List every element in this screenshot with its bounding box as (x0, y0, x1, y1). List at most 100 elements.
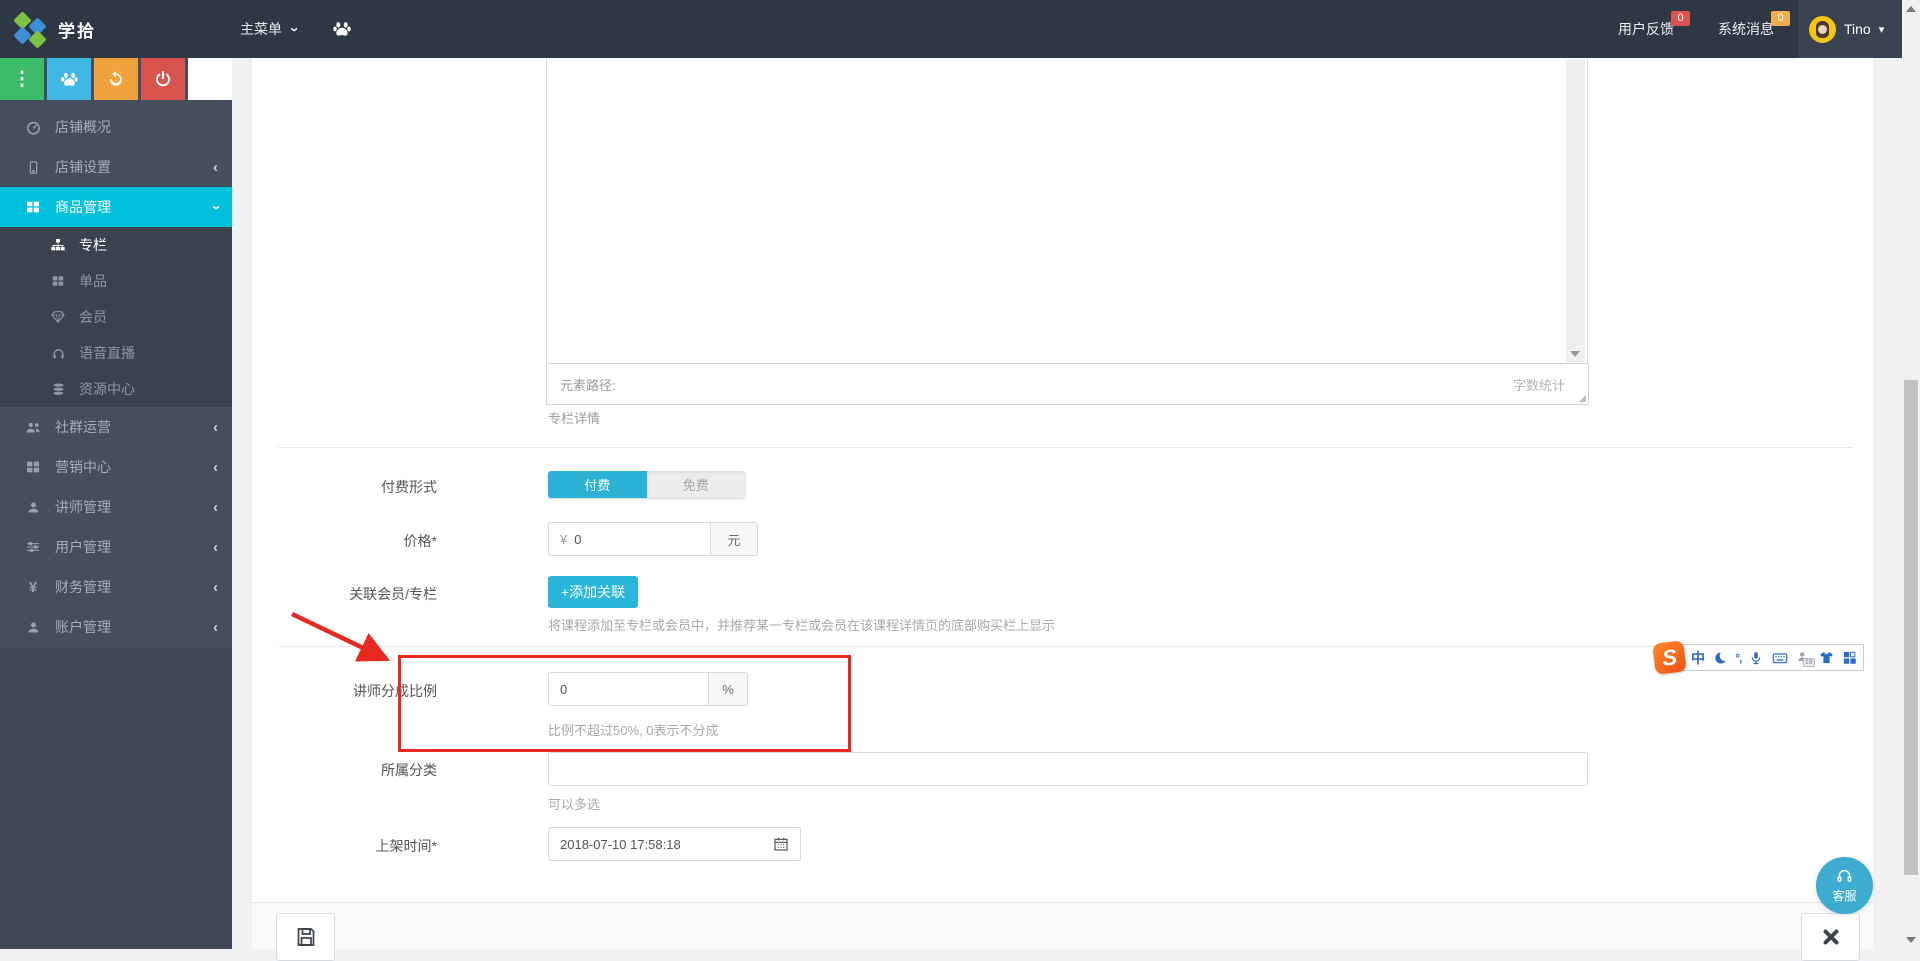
sidebar: ⋮ 店铺概况 店铺设置 ‹ 商品管理 ‹ 专栏 单品 会员 语音直播 资源中心 … (0, 58, 232, 949)
sidebar-item-resource-center[interactable]: 资源中心 (0, 371, 232, 407)
page-scrollbar[interactable] (1902, 0, 1920, 949)
support-label: 客服 (1832, 889, 1857, 903)
keyboard-icon[interactable] (1772, 650, 1788, 666)
menu-collapse-button[interactable]: ⋮ (0, 58, 44, 100)
chevron-down-icon: ‹ (207, 204, 224, 210)
chevron-left-icon: ‹ (213, 578, 218, 596)
gears-icon (202, 71, 218, 87)
editor-scrollbar[interactable] (1566, 59, 1585, 362)
headphones-icon (48, 346, 68, 361)
resize-grip[interactable] (1578, 394, 1586, 402)
user-menu[interactable]: Tino ▾ (1798, 0, 1902, 58)
commission-hint: 比例不超过50%, 0表示不分成 (548, 723, 719, 738)
users-icon (22, 419, 44, 436)
sidebar-item-marketing-center[interactable]: 营销中心 ‹ (0, 447, 232, 487)
sidebar-item-shop-overview[interactable]: 店铺概况 (0, 107, 232, 147)
commission-input-group: % (548, 672, 748, 706)
sidebar-item-shop-settings[interactable]: 店铺设置 ‹ (0, 147, 232, 187)
add-relation-button[interactable]: +添加关联 (548, 576, 639, 608)
scroll-down-arrow-icon[interactable] (1570, 351, 1580, 357)
layout-grid-icon[interactable] (1842, 650, 1857, 665)
sidebar-item-voice-live[interactable]: 语音直播 (0, 335, 232, 371)
app-logo[interactable]: 学拾 (13, 0, 96, 58)
system-messages-label: 系统消息 (1718, 21, 1774, 37)
sidebar-item-finance-management[interactable]: ¥ 财务管理 ‹ (0, 567, 232, 607)
sidebar-item-lecturer-management[interactable]: 讲师管理 ‹ (0, 487, 232, 527)
yen-icon: ¥ (28, 578, 38, 596)
power-icon (156, 70, 170, 87)
gauge-icon (22, 119, 44, 136)
sidebar-item-column[interactable]: 专栏 (0, 227, 232, 263)
paw-icon[interactable] (332, 19, 352, 39)
sitemap-icon (48, 237, 68, 253)
sidebar-item-user-management[interactable]: 用户管理 ‹ (0, 527, 232, 567)
element-path-label: 元素路径: (560, 377, 616, 393)
ime-bar: 中 °, 19 (1678, 644, 1864, 671)
sidebar-item-community-ops[interactable]: 社群运营 ‹ (0, 407, 232, 447)
editor-status-bar: 元素路径: 字数统计 (546, 363, 1589, 405)
chevron-left-icon: ‹ (213, 618, 218, 636)
rich-text-editor-body[interactable] (546, 58, 1588, 363)
scroll-up-arrow-icon[interactable] (1906, 6, 1916, 12)
pay-type-paid-option[interactable]: 付费 (548, 471, 647, 498)
product-management-submenu: 专栏 单品 会员 语音直播 资源中心 (0, 227, 232, 407)
pay-type-label: 付费形式 (381, 479, 437, 495)
settings-button[interactable] (188, 58, 232, 100)
chevron-left-icon: ‹ (213, 538, 218, 556)
publish-time-input[interactable] (560, 836, 765, 852)
sidebar-menu: 店铺概况 店铺设置 ‹ 商品管理 ‹ 专栏 单品 会员 语音直播 资源中心 社群… (0, 107, 232, 647)
sidebar-item-account-management[interactable]: 账户管理 ‹ (0, 607, 232, 647)
sliders-icon (22, 539, 44, 555)
pay-type-free-option[interactable]: 免费 (646, 471, 745, 498)
save-floppy-icon (297, 928, 314, 946)
relation-hint: 将课程添加至专栏或会员中，并推荐某一专栏或会员在该课程详情页的底部购买栏上显示 (548, 618, 1056, 633)
refresh-button[interactable] (94, 58, 138, 100)
save-button[interactable] (276, 913, 335, 961)
gem-icon (48, 309, 68, 325)
ime-toolbar: S 中 °, 19 (1652, 640, 1864, 675)
sidebar-item-single-item[interactable]: 单品 (0, 263, 232, 299)
section-divider (278, 646, 1853, 647)
close-button[interactable] (1801, 913, 1860, 961)
user-icon (22, 500, 44, 515)
publish-time-label: 上架时间* (375, 838, 437, 854)
word-count-button[interactable]: 字数统计 (1513, 375, 1575, 394)
logout-button[interactable] (141, 58, 185, 100)
price-field-wrap: ¥ (549, 523, 710, 555)
paw-shortcut-button[interactable] (47, 58, 91, 100)
paw-icon (60, 72, 78, 86)
microphone-icon[interactable] (1749, 651, 1763, 665)
editor-caption: 专栏详情 (548, 411, 601, 426)
commission-input[interactable] (560, 681, 708, 697)
close-x-icon (1822, 929, 1839, 945)
calendar-icon[interactable] (773, 836, 789, 852)
ime-chinese-mode-button[interactable]: 中 (1691, 648, 1705, 668)
scroll-down-arrow-icon[interactable] (1906, 937, 1916, 943)
refresh-icon (109, 71, 122, 86)
ime-punctuation-button[interactable]: °, (1735, 651, 1742, 665)
price-input[interactable] (574, 531, 710, 547)
category-label: 所属分类 (381, 762, 437, 778)
mobile-icon (22, 160, 44, 175)
scrollbar-thumb[interactable] (1904, 380, 1918, 875)
person-skin-icon[interactable]: 19 (1796, 650, 1815, 667)
tshirt-skin-icon[interactable] (1819, 650, 1834, 665)
sidebar-item-product-management[interactable]: 商品管理 ‹ (0, 187, 232, 227)
moon-icon[interactable] (1713, 651, 1727, 665)
sogou-logo[interactable]: S (1652, 640, 1687, 675)
grid-icon (22, 199, 44, 215)
chevron-down-icon: ‹ (285, 26, 302, 32)
main-menu-dropdown[interactable]: 主菜单 ‹ (240, 0, 302, 58)
customer-support-button[interactable]: 客服 (1816, 857, 1873, 914)
publish-time-input-group (548, 827, 801, 861)
system-messages-link[interactable]: 系统消息 (1718, 0, 1774, 58)
category-input-wrap (548, 752, 1588, 786)
currency-prefix: ¥ (560, 531, 568, 547)
sidebar-item-membership[interactable]: 会员 (0, 299, 232, 335)
headset-icon (1837, 869, 1852, 882)
user-feedback-link[interactable]: 用户反馈 (1618, 0, 1674, 58)
grid-icon (22, 459, 44, 475)
category-input[interactable] (559, 761, 1577, 777)
section-divider (278, 447, 1853, 448)
vertical-dots-icon: ⋮ (12, 68, 32, 90)
